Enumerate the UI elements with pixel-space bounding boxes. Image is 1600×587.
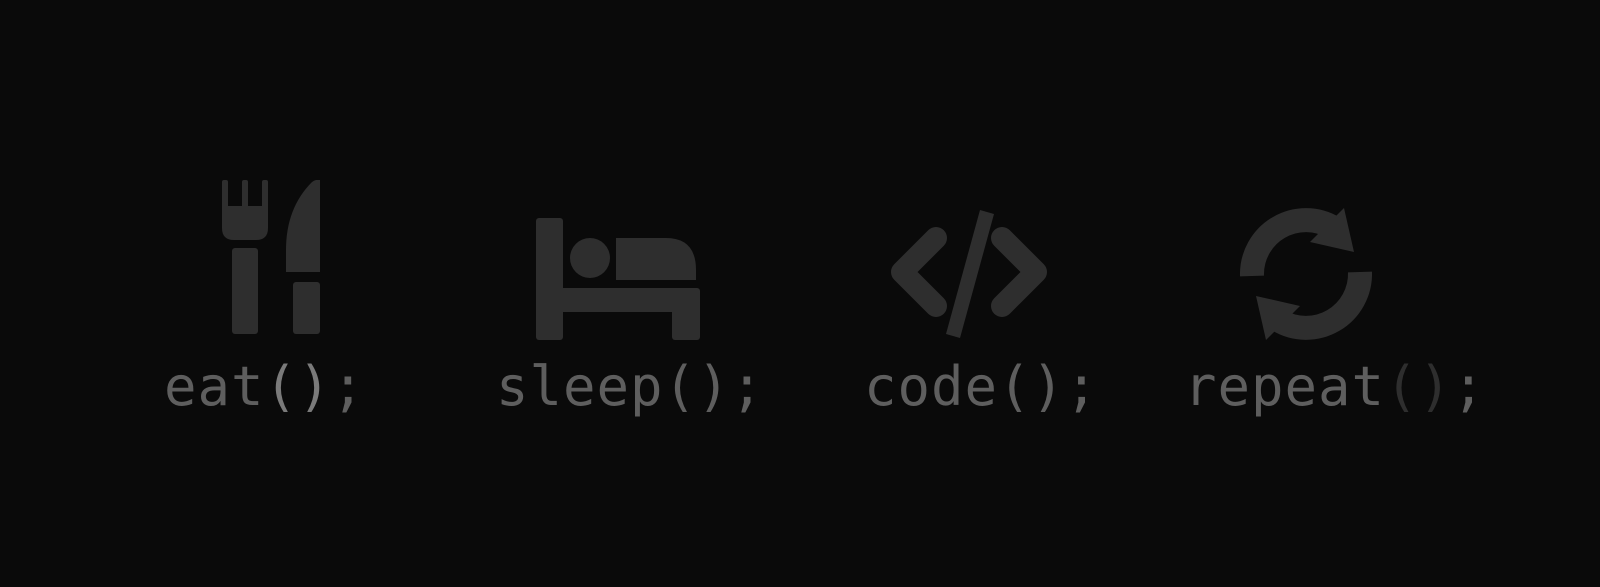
repeat-label: repeat();	[1184, 352, 1486, 422]
parentheses: ()	[998, 355, 1066, 418]
repeat-item: repeat();	[0, 0, 1485, 587]
parentheses: ()	[264, 355, 332, 418]
code-icon	[884, 210, 1054, 340]
semicolon: ;	[1065, 355, 1099, 418]
semicolon: ;	[730, 355, 765, 418]
function-name: code	[864, 355, 999, 418]
bed-icon	[536, 218, 700, 340]
parentheses: ()	[663, 355, 731, 418]
sleep-label: sleep();	[496, 352, 764, 422]
function-name: sleep	[496, 355, 664, 418]
function-name: eat	[164, 355, 265, 418]
code-label: code();	[864, 352, 1099, 422]
semicolon: ;	[331, 355, 366, 418]
refresh-icon	[1236, 208, 1376, 340]
fork-knife-icon	[220, 180, 330, 340]
function-name: repeat	[1184, 355, 1386, 418]
semicolon: ;	[1452, 355, 1486, 418]
eat-label: eat();	[164, 352, 365, 422]
parentheses: ()	[1385, 355, 1453, 418]
motto-banner: eat(); sleep(); code(); repeat();	[0, 0, 1600, 587]
